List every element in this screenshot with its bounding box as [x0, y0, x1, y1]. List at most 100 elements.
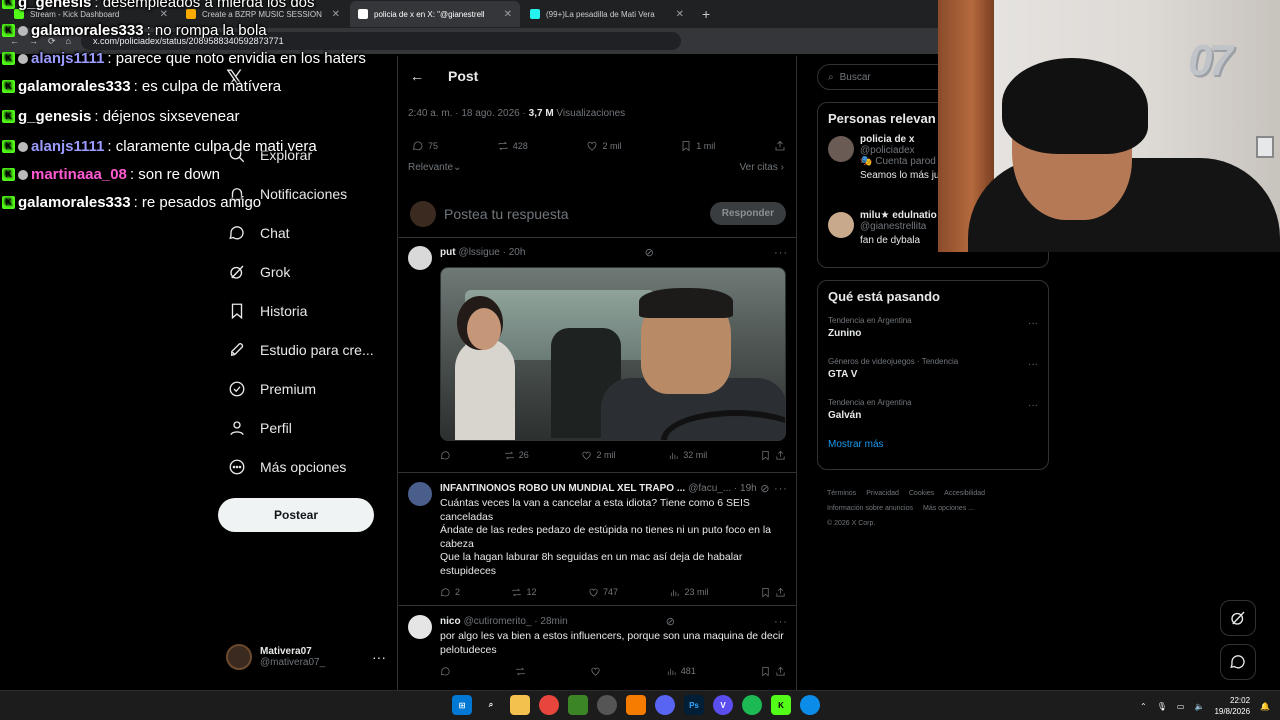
vpn-icon[interactable]: V — [713, 695, 733, 715]
reply-button[interactable]: 75 — [412, 140, 438, 152]
responder-button[interactable]: Responder — [709, 202, 786, 225]
nav-item-estudio[interactable]: Estudio para cre... — [228, 341, 374, 359]
bookmark-button[interactable] — [760, 587, 786, 598]
home-icon[interactable]: ⌂ — [66, 36, 71, 46]
back-arrow-icon[interactable]: ← — [410, 68, 424, 84]
spotify-icon[interactable] — [742, 695, 762, 715]
reply-button[interactable]: 2 — [440, 587, 460, 598]
network-icon[interactable]: ▭ — [1177, 702, 1185, 711]
share-button[interactable] — [774, 140, 786, 152]
kick-icon[interactable]: K — [771, 695, 791, 715]
notification-bell-icon[interactable]: 🔔 — [1260, 702, 1270, 711]
views-button[interactable]: 23 mil — [669, 587, 708, 598]
more-icon[interactable]: ··· — [774, 616, 788, 628]
grok-icon[interactable]: ⊘ — [666, 615, 676, 628]
like-button[interactable]: 2 mil — [581, 450, 616, 461]
chrome-icon[interactable] — [539, 695, 559, 715]
bookmark-button[interactable] — [760, 450, 786, 461]
browser-tab[interactable]: (99+)La pesadilla de Mati Vera ✕ — [522, 1, 692, 27]
footer-link[interactable]: Términos — [827, 490, 856, 497]
reload-icon[interactable]: ⟳ — [48, 36, 56, 47]
browser-tab[interactable]: Stream - Kick Dashboard ✕ — [6, 1, 176, 27]
like-button[interactable]: 747 — [588, 587, 618, 598]
reply-tweet[interactable]: INFANTINONOS ROBO UN MUNDIAL XEL TRAPO .… — [398, 474, 796, 606]
trend-item[interactable]: Tendencia en Argentina Zunino ··· — [818, 312, 1048, 353]
footer-link[interactable]: Privacidad — [866, 490, 899, 497]
file-explorer-icon[interactable] — [510, 695, 530, 715]
search-icon[interactable]: ⌕ — [481, 695, 501, 715]
browser-tab[interactable]: Create a BZRP MUSIC SESSION ✕ — [178, 1, 348, 27]
reply-tweet[interactable]: put @lssigue · 20h ⊘ ··· 26 2 mil 32 mil — [398, 238, 796, 473]
brave-icon[interactable] — [626, 695, 646, 715]
like-button[interactable] — [590, 666, 601, 677]
more-icon[interactable]: ··· — [774, 247, 788, 259]
nav-item-perfil[interactable]: Perfil — [228, 419, 292, 437]
grok-fab-button[interactable] — [1220, 600, 1256, 636]
repost-button[interactable]: 12 — [511, 587, 537, 598]
more-icon[interactable]: ··· — [372, 649, 386, 665]
trend-item[interactable]: Tendencia en Argentina Galván ··· — [818, 394, 1048, 435]
browser-tab-active[interactable]: policia de x en X: "@gianestrell ✕ — [350, 1, 520, 27]
like-button[interactable]: 2 mil — [586, 140, 622, 152]
edge-icon[interactable] — [800, 695, 820, 715]
author-name[interactable]: put — [440, 247, 456, 258]
more-icon[interactable]: ··· — [1028, 359, 1038, 370]
author-name[interactable]: nico — [440, 616, 461, 627]
more-icon[interactable]: ··· — [1028, 318, 1038, 329]
url-input[interactable]: x.com/policiadex/status/2089588340592873… — [80, 32, 681, 50]
bookmark-button[interactable]: 1 mil — [680, 140, 715, 152]
nav-item-premium[interactable]: Premium — [228, 380, 316, 398]
views-button[interactable]: 32 mil — [668, 450, 707, 461]
clock[interactable]: 22:02 19/8/2026 — [1214, 695, 1250, 717]
post-button[interactable]: Postear — [218, 498, 374, 532]
bookmark-button[interactable] — [760, 666, 786, 677]
start-icon[interactable]: ⊞ — [452, 695, 472, 715]
close-icon[interactable]: ✕ — [332, 9, 340, 20]
repost-button[interactable]: 26 — [504, 450, 529, 461]
author-name[interactable]: INFANTINONOS ROBO UN MUNDIAL XEL TRAPO .… — [440, 483, 685, 494]
reply-input[interactable]: Postea tu respuesta — [444, 206, 702, 222]
repost-button[interactable] — [515, 666, 526, 677]
nav-item-historia[interactable]: Historia — [228, 302, 307, 320]
show-more-link[interactable]: Mostrar más — [818, 435, 1048, 460]
account-switcher[interactable]: Mativera07 @mativera07_ ··· — [226, 644, 386, 670]
reply-tweet[interactable]: nico @cutiromerito_ · 28min ⊘ ··· por algo … — [398, 607, 796, 690]
back-icon[interactable]: ← — [10, 36, 19, 46]
x-logo[interactable]: 𝕏 — [226, 66, 244, 92]
forward-icon[interactable]: → — [29, 36, 38, 46]
footer-link[interactable]: Información sobre anuncios — [827, 505, 913, 512]
share-icon[interactable] — [775, 587, 786, 598]
more-icon[interactable]: ··· — [774, 483, 788, 495]
share-icon[interactable] — [775, 450, 786, 461]
reply-button[interactable] — [440, 666, 451, 677]
new-tab-button[interactable]: + — [694, 6, 718, 22]
footer-link[interactable]: Cookies — [909, 490, 934, 497]
close-icon[interactable]: ✕ — [676, 9, 684, 20]
messages-fab-button[interactable] — [1220, 644, 1256, 680]
more-icon[interactable]: ··· — [1028, 400, 1038, 411]
views-button[interactable]: 481 — [666, 666, 696, 677]
discord-icon[interactable] — [655, 695, 675, 715]
nav-item-explorar[interactable]: Explorar — [228, 146, 312, 164]
photoshop-icon[interactable]: Ps — [684, 695, 704, 715]
footer-link[interactable]: Más opciones ... — [923, 505, 974, 512]
volume-icon[interactable]: 🔈 — [1194, 702, 1204, 711]
microphone-icon[interactable]: 🎙 — [1157, 702, 1167, 711]
nav-item-grok[interactable]: Grok — [228, 263, 290, 281]
minecraft-icon[interactable] — [568, 695, 588, 715]
sort-dropdown[interactable]: Relevante⌄ — [408, 162, 461, 173]
grok-icon[interactable]: ⊘ — [760, 482, 770, 495]
nav-item-mas-opciones[interactable]: Más opciones — [228, 458, 346, 476]
close-icon[interactable]: ✕ — [504, 9, 512, 20]
footer-link[interactable]: Accesibilidad — [944, 490, 985, 497]
repost-button[interactable]: 428 — [497, 140, 528, 152]
quotes-link[interactable]: Ver citas › — [740, 162, 784, 173]
chevron-up-icon[interactable]: ⌃ — [1140, 702, 1147, 711]
tweet-image[interactable] — [440, 267, 786, 441]
reply-button[interactable] — [440, 450, 451, 461]
nav-item-notificaciones[interactable]: Notificaciones — [228, 185, 347, 203]
nav-item-chat[interactable]: Chat — [228, 224, 290, 242]
share-icon[interactable] — [775, 666, 786, 677]
close-icon[interactable]: ✕ — [160, 9, 168, 20]
grok-icon[interactable]: ⊘ — [645, 246, 655, 259]
